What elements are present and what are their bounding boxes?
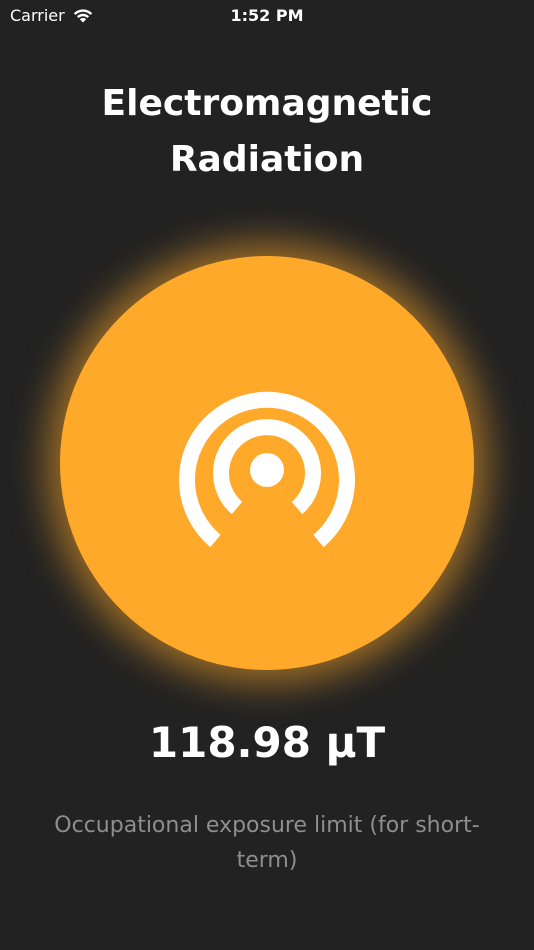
radiation-value: 118.98 µT [148,718,386,767]
status-bar: Carrier 1:52 PM [0,0,534,30]
page-title: Electromagnetic Radiation [101,83,433,180]
radiation-indicator-circle [60,256,474,670]
radar-waves-icon [179,391,355,548]
status-time: 1:52 PM [230,6,304,25]
exposure-description: Occupational exposure limit (for short-t… [54,813,480,873]
